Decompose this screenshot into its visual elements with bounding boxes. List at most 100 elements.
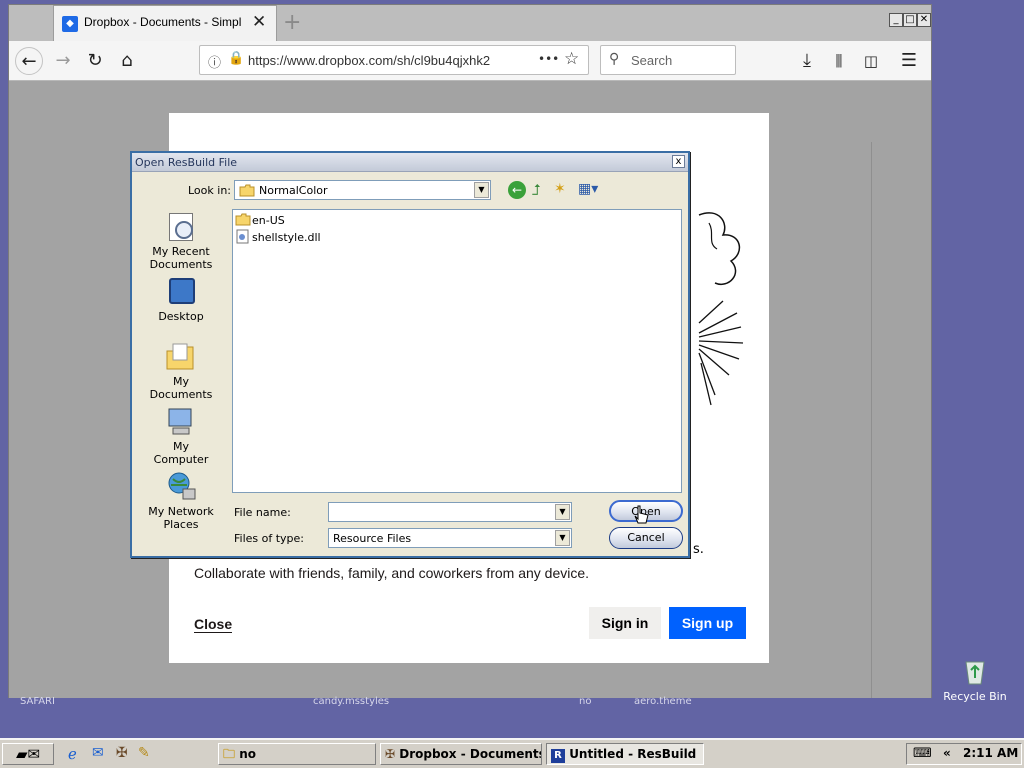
- window-close-button[interactable]: ✕: [917, 13, 931, 27]
- filename-dropdown-icon[interactable]: ▼: [555, 504, 570, 520]
- task-folder-no[interactable]: 🗀 no: [218, 743, 376, 765]
- place-desktop[interactable]: Desktop: [144, 276, 218, 323]
- desktop-label[interactable]: no: [579, 696, 591, 707]
- trailing-text: s.: [693, 542, 704, 557]
- view-menu-icon[interactable]: ▦▾: [578, 181, 598, 197]
- tab-strip: ◆ Dropbox - Documents - Simplify yo ✕ + …: [9, 5, 931, 41]
- my-network-places-icon: [165, 471, 197, 503]
- filename-label: File name:: [234, 506, 291, 519]
- maximize-button[interactable]: □: [903, 13, 917, 27]
- place-my-documents[interactable]: My Documents: [144, 341, 218, 401]
- dialog-titlebar[interactable]: Open ResBuild File x: [132, 153, 688, 172]
- desktop-icon: [165, 276, 197, 308]
- browser-icon: ✠: [385, 747, 396, 761]
- desktop-label[interactable]: SAFARI: [20, 696, 55, 707]
- info-icon[interactable]: ⓘ: [208, 52, 221, 71]
- place-label: Desktop: [158, 310, 204, 323]
- new-tab-button[interactable]: +: [283, 10, 301, 35]
- dialog-close-button[interactable]: x: [672, 155, 685, 168]
- tab-dropbox[interactable]: ◆ Dropbox - Documents - Simplify yo ✕: [53, 5, 277, 41]
- forward-button[interactable]: →: [49, 47, 77, 75]
- place-label: My Documents: [149, 375, 213, 401]
- sidebar-icon[interactable]: ◫: [857, 47, 885, 75]
- signup-button[interactable]: Sign up: [669, 607, 746, 639]
- filename-input[interactable]: ▼: [328, 502, 572, 522]
- desktop-label[interactable]: aero.theme: [634, 696, 692, 707]
- start-button[interactable]: ▰✉: [2, 743, 54, 765]
- lookin-select[interactable]: NormalColor ▼: [234, 180, 491, 200]
- explorer-icon[interactable]: ✠: [116, 745, 128, 761]
- filetype-value: Resource Files: [333, 532, 412, 545]
- ie-icon[interactable]: ℯ: [68, 745, 77, 763]
- folder-icon: [239, 184, 255, 197]
- mouse-cursor-icon: [634, 505, 649, 524]
- place-my-network[interactable]: My Network Places: [144, 471, 218, 531]
- back-arrow-icon[interactable]: ←: [508, 181, 526, 199]
- filetype-select[interactable]: Resource Files ▼: [328, 528, 572, 548]
- up-folder-icon[interactable]: ⮥: [532, 181, 541, 199]
- tray-expand-icon[interactable]: «: [943, 746, 951, 760]
- url-bar[interactable]: ⓘ 🔒 https://www.dropbox.com/sh/cl9bu4qjx…: [199, 45, 589, 75]
- tab-close-icon[interactable]: ✕: [252, 12, 266, 32]
- place-recent-documents[interactable]: My Recent Documents: [144, 211, 218, 271]
- filetype-dropdown-icon[interactable]: ▼: [555, 530, 570, 546]
- illustration-icon: [698, 212, 744, 406]
- tab-title: Dropbox - Documents - Simplify yo: [84, 15, 242, 29]
- page-actions-icon[interactable]: •••: [538, 52, 559, 66]
- collab-text: Collaborate with friends, family, and co…: [194, 565, 590, 581]
- reload-button[interactable]: ↻: [81, 47, 109, 75]
- minimize-button[interactable]: _: [889, 13, 903, 27]
- my-computer-icon: [165, 406, 197, 438]
- signin-button[interactable]: Sign in: [589, 607, 661, 639]
- task-resbuild[interactable]: R Untitled - ResBuild: [546, 743, 704, 765]
- task-label: Untitled - ResBuild: [569, 747, 697, 761]
- place-label: My Network Places: [148, 505, 214, 531]
- back-button[interactable]: ←: [15, 47, 43, 75]
- filetype-label: Files of type:: [234, 532, 305, 545]
- desktop-label[interactable]: candy.msstyles: [313, 696, 389, 707]
- file-list[interactable]: en-US shellstyle.dll: [232, 209, 682, 493]
- clock[interactable]: 2:11 AM: [963, 746, 1018, 760]
- resbuild-icon: R: [551, 749, 565, 763]
- notepad-icon[interactable]: ✎: [138, 745, 150, 761]
- home-button[interactable]: ⌂: [113, 47, 141, 75]
- place-my-computer[interactable]: My Computer: [144, 406, 218, 466]
- nav-bar: ← → ↻ ⌂ ⓘ 🔒 https://www.dropbox.com/sh/c…: [9, 41, 931, 81]
- folder-icon: [235, 213, 251, 226]
- close-link[interactable]: Close: [194, 616, 233, 633]
- page-side-panel: [871, 142, 931, 698]
- file-name: en-US: [252, 214, 285, 227]
- search-icon: ⚲: [609, 51, 620, 67]
- place-label: My Computer: [153, 440, 209, 466]
- downloads-icon[interactable]: ⤓: [793, 47, 821, 75]
- dropbox-favicon-icon: ◆: [62, 16, 78, 32]
- dialog-title: Open ResBuild File: [135, 156, 238, 169]
- search-placeholder: Search: [631, 53, 673, 68]
- taskbar: ▰✉ ℯ ✉ ✠ ✎ 🗀 no ✠ Dropbox - Documents...…: [0, 738, 1024, 768]
- my-documents-icon: [165, 341, 197, 373]
- task-dropbox[interactable]: ✠ Dropbox - Documents...: [380, 743, 542, 765]
- folder-icon: 🗀: [223, 747, 236, 761]
- task-label: Dropbox - Documents...: [399, 747, 541, 761]
- recycle-bin-icon: [965, 661, 985, 685]
- dll-file-icon: [236, 229, 249, 244]
- file-name: shellstyle.dll: [252, 231, 321, 244]
- library-icon[interactable]: ⫼: [825, 47, 853, 75]
- place-label: My Recent Documents: [149, 245, 213, 271]
- open-file-dialog: Open ResBuild File x Look in: NormalColo…: [130, 151, 690, 558]
- url-text[interactable]: https://www.dropbox.com/sh/cl9bu4qjxhk2: [248, 53, 504, 68]
- recent-documents-icon: [165, 211, 197, 243]
- system-tray: ⌨ « 2:11 AM: [906, 743, 1022, 765]
- lookin-label: Look in:: [188, 184, 231, 197]
- recycle-bin[interactable]: Recycle Bin: [940, 656, 1010, 703]
- outlook-icon[interactable]: ✉: [92, 745, 104, 761]
- menu-icon[interactable]: ☰: [895, 47, 923, 75]
- bookmark-star-icon[interactable]: ☆: [564, 49, 579, 69]
- cancel-button[interactable]: Cancel: [609, 527, 683, 549]
- lock-icon: 🔒: [228, 51, 245, 66]
- search-input[interactable]: ⚲ Search: [600, 45, 736, 75]
- keyboard-icon[interactable]: ⌨: [913, 746, 932, 761]
- recycle-bin-label: Recycle Bin: [943, 690, 1007, 703]
- new-folder-icon[interactable]: ✶: [554, 181, 566, 197]
- lookin-dropdown-icon[interactable]: ▼: [474, 182, 489, 198]
